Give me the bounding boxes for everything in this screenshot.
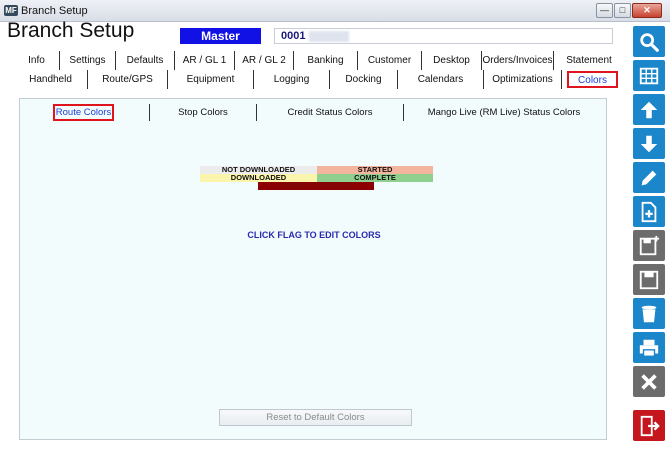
- tab-settings[interactable]: Settings: [60, 51, 116, 70]
- close-button[interactable]: ✕: [632, 3, 662, 18]
- subtab-credit-status-colors[interactable]: Credit Status Colors: [257, 104, 404, 121]
- flag-driver-close-out[interactable]: DRIVER CLOSE OUT: [258, 182, 374, 190]
- tab-customer[interactable]: Customer: [358, 51, 422, 70]
- tab-colors[interactable]: Colors: [567, 71, 618, 88]
- tab-calendars[interactable]: Calendars: [398, 70, 484, 89]
- colors-panel: Route Colors Stop Colors Credit Status C…: [19, 98, 607, 440]
- tab-ar-gl-1[interactable]: AR / GL 1: [175, 51, 235, 70]
- tab-row-2: Handheld Route/GPS Equipment Logging Doc…: [0, 70, 630, 89]
- tab-info[interactable]: Info: [14, 51, 60, 70]
- tab-desktop[interactable]: Desktop: [422, 51, 482, 70]
- save-new-button[interactable]: [633, 230, 665, 261]
- tab-equipment[interactable]: Equipment: [168, 70, 254, 89]
- app-logo-icon: MF: [4, 5, 18, 16]
- page-title: Branch Setup: [7, 19, 135, 42]
- branch-name-label: Master Branch: [180, 28, 261, 59]
- print-icon: [639, 339, 659, 357]
- delete-button[interactable]: [633, 298, 665, 329]
- redacted-branch-text: [309, 31, 349, 42]
- arrow-down-icon: [640, 135, 658, 152]
- subtab-stop-colors[interactable]: Stop Colors: [150, 104, 257, 121]
- tab-optimizations[interactable]: Optimizations: [484, 70, 562, 89]
- pencil-icon: [641, 170, 657, 185]
- grid-view-button[interactable]: [633, 60, 665, 91]
- tab-defaults[interactable]: Defaults: [116, 51, 175, 70]
- cancel-icon: [641, 373, 657, 390]
- tab-route-gps[interactable]: Route/GPS: [88, 70, 168, 89]
- print-button[interactable]: [633, 332, 665, 363]
- tab-docking[interactable]: Docking: [330, 70, 398, 89]
- tab-logging[interactable]: Logging: [254, 70, 330, 89]
- search-button[interactable]: [633, 26, 665, 57]
- save-new-icon: [639, 235, 660, 255]
- tab-handheld[interactable]: Handheld: [14, 70, 88, 89]
- exit-button[interactable]: [633, 410, 665, 441]
- edit-colors-instruction: CLICK FLAG TO EDIT COLORS: [247, 230, 381, 240]
- subtab-separator: [114, 104, 150, 121]
- edit-button[interactable]: [633, 162, 665, 193]
- branch-field: 0001: [274, 28, 613, 44]
- grid-icon: [639, 67, 659, 84]
- minimize-button[interactable]: —: [596, 3, 613, 18]
- search-icon: [640, 32, 659, 52]
- trash-icon: [641, 305, 657, 322]
- right-toolbar: [630, 22, 670, 450]
- route-color-legend: NOT DOWNLOADED STARTED DOWNLOADED COMPLE…: [200, 166, 433, 193]
- maximize-button[interactable]: □: [614, 3, 631, 18]
- reset-default-colors-button[interactable]: Reset to Default Colors: [219, 409, 412, 426]
- new-record-button[interactable]: [633, 196, 665, 227]
- new-document-icon: [641, 201, 657, 222]
- tab-orders-invoices[interactable]: Orders/Invoices: [482, 51, 554, 70]
- move-down-button[interactable]: [633, 128, 665, 159]
- tab-row-1: Info Settings Defaults AR / GL 1 AR / GL…: [0, 51, 630, 70]
- exit-icon: [640, 415, 660, 436]
- save-icon: [639, 270, 659, 289]
- window-title: Branch Setup: [21, 5, 88, 17]
- subtab-mango-live-status-colors[interactable]: Mango Live (RM Live) Status Colors: [404, 104, 604, 121]
- cancel-button[interactable]: [633, 366, 665, 397]
- branch-code: 0001: [281, 30, 306, 42]
- tab-statement[interactable]: Statement: [554, 51, 624, 70]
- tab-banking[interactable]: Banking: [294, 51, 358, 70]
- arrow-up-icon: [640, 101, 658, 118]
- tab-ar-gl-2[interactable]: AR / GL 2: [235, 51, 294, 70]
- move-up-button[interactable]: [633, 94, 665, 125]
- save-button[interactable]: [633, 264, 665, 295]
- subtab-route-colors[interactable]: Route Colors: [53, 104, 114, 121]
